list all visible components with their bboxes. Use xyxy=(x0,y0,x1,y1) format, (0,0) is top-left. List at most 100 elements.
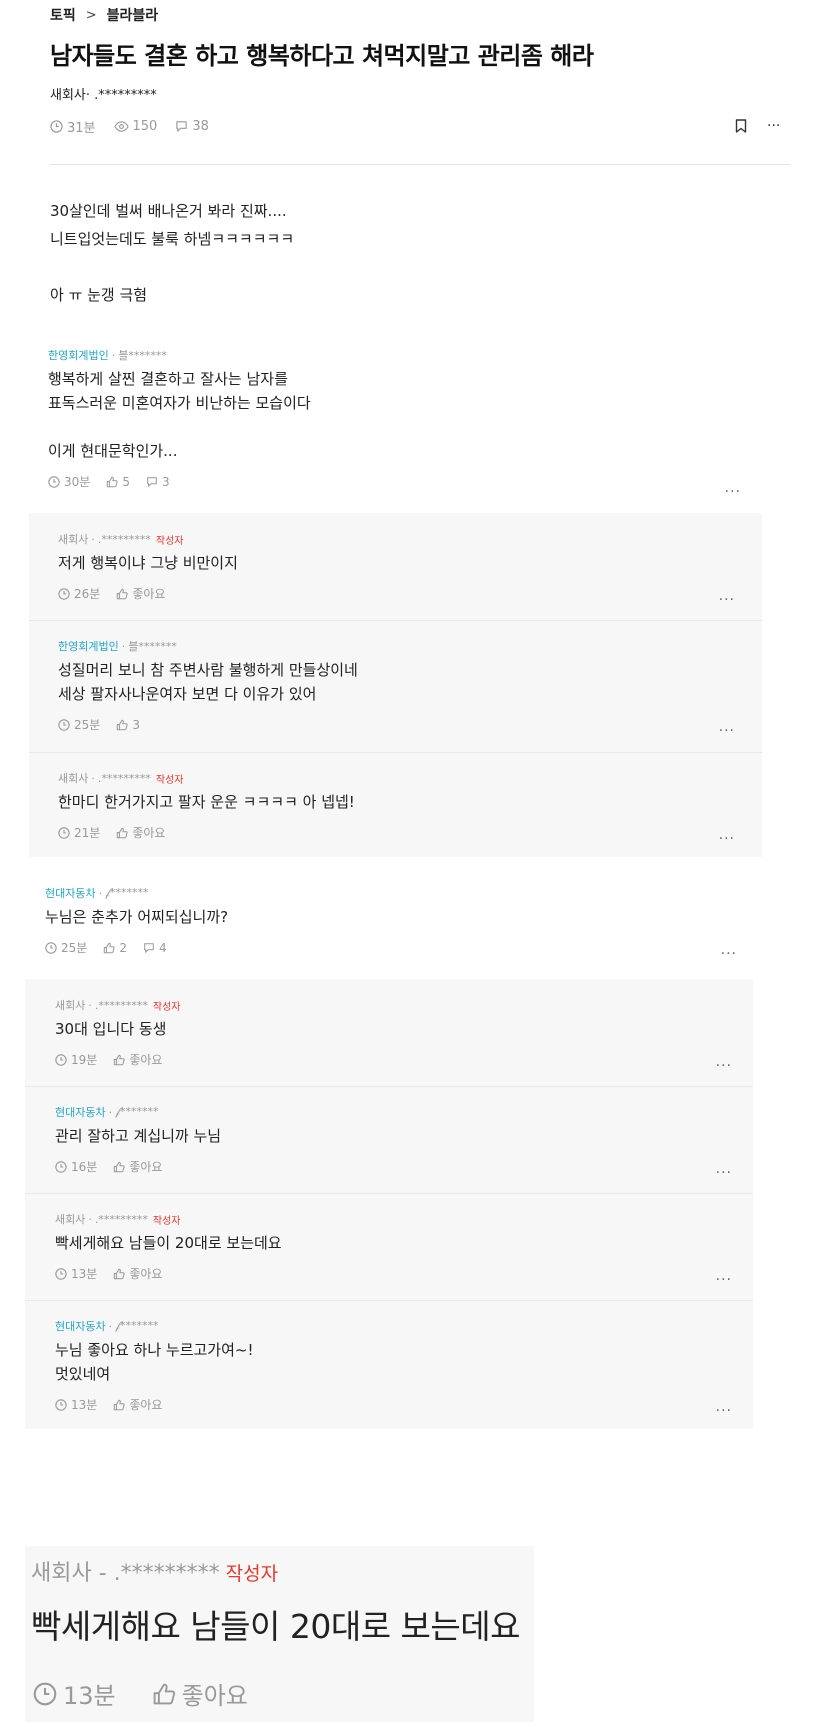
breadcrumb-separator: > xyxy=(85,7,97,23)
writer-badge: 작성자 xyxy=(152,1001,181,1013)
comment-more-button[interactable]: ··· xyxy=(719,723,735,739)
eye-icon xyxy=(113,120,129,133)
reply: 새회사 · .********* 작성자 빡세게해요 남들이 20대로 보는데요 … xyxy=(55,1211,732,1289)
comment-more-button[interactable]: ··· xyxy=(725,484,741,500)
comment-more-button[interactable]: ··· xyxy=(716,1272,732,1288)
comment-company[interactable]: 한영회계법인 xyxy=(48,347,109,363)
thumbs-up-icon xyxy=(113,1161,125,1173)
like-button[interactable]: 좋아요 xyxy=(113,1265,162,1282)
post-actions: ··· xyxy=(735,118,780,134)
comment-text: 누님 좋아요 하나 누르고가여~! 멋있네여 xyxy=(55,1341,254,1383)
thumbs-up-icon xyxy=(113,1054,125,1066)
clock-icon xyxy=(58,587,70,600)
post-more-button[interactable]: ··· xyxy=(767,118,780,134)
post-author[interactable]: 새회사· .********* xyxy=(50,84,157,103)
comment-more-button[interactable]: ··· xyxy=(716,1165,732,1181)
post-title: 남자들도 결혼 하고 행복하다고 쳐먹지말고 관리좀 해라 xyxy=(50,42,594,70)
like-button[interactable]: 5 xyxy=(106,475,130,489)
comment-more-button[interactable]: ··· xyxy=(716,1403,732,1419)
zoom-text: 빡세게해요 남들이 20대로 보는데요 xyxy=(31,1607,521,1646)
clock-icon xyxy=(50,120,63,133)
post-views: 150 xyxy=(113,119,157,134)
clock-icon xyxy=(48,475,60,488)
comment-time: 26분 xyxy=(58,585,100,602)
reply: 새회사 · .********* 작성자 한마디 한거가지고 팔자 운운 ㅋㅋㅋㅋ… xyxy=(58,770,735,848)
comment-company[interactable]: 현대자동차 xyxy=(55,1318,106,1334)
like-button[interactable]: 좋아요 xyxy=(116,824,165,841)
comment-company[interactable]: 한영회계법인 xyxy=(58,638,119,654)
comment-company[interactable]: 새회사 xyxy=(55,1211,85,1227)
clock-icon xyxy=(58,718,70,731)
thumbs-up-icon xyxy=(106,476,118,488)
comment-more-button[interactable]: ··· xyxy=(716,1058,732,1074)
comment: 현대자동차 · 𝒻******* 누님은 춘추가 어찌되십니까? 25분 2 4… xyxy=(45,885,737,962)
bookmark-icon[interactable] xyxy=(735,119,747,133)
breadcrumb-topic[interactable]: 토픽 xyxy=(50,5,76,25)
reply: 현대자동차 · 𝒻******* 누님 좋아요 하나 누르고가여~! 멋있네여 … xyxy=(55,1318,732,1419)
post-body: 30살인데 벌써 배나온거 봐라 진짜.... 니트입엇는데도 불룩 하넴ㅋㅋㅋ… xyxy=(50,202,295,304)
comment-company[interactable]: 새회사 xyxy=(55,997,85,1013)
comment-icon xyxy=(175,120,188,133)
comment-text: 30대 입니다 동생 xyxy=(55,1020,167,1038)
comment-time: 13분 xyxy=(33,1676,116,1711)
reply-count[interactable]: 4 xyxy=(143,941,167,955)
clock-icon xyxy=(55,1398,67,1411)
reply: 새회사 · .********* 작성자 30대 입니다 동생 19분 좋아요 ·… xyxy=(55,997,732,1075)
comment-text: 한마디 한거가지고 팔자 운운 ㅋㅋㅋㅋ 아 넵넵! xyxy=(58,793,355,811)
comment-time: 19분 xyxy=(55,1051,97,1068)
like-button[interactable]: 좋아요 xyxy=(113,1051,162,1068)
like-button[interactable]: 좋아요 xyxy=(113,1396,162,1413)
writer-badge: 작성자 xyxy=(225,1563,279,1585)
breadcrumb-board[interactable]: 블라블라 xyxy=(107,5,159,25)
like-button[interactable]: 좋아요 xyxy=(113,1158,162,1175)
post-time: 31분 xyxy=(50,117,96,136)
reply-count[interactable]: 3 xyxy=(146,475,170,489)
reply: 새회사 · .********* 작성자 저게 행복이냐 그냥 비만이지 26분 … xyxy=(58,531,735,609)
comment-nick: .********* xyxy=(97,771,151,785)
comment-time: 30분 xyxy=(48,473,90,490)
comment-more-button[interactable]: ··· xyxy=(719,831,735,847)
comment-nick: 블******* xyxy=(128,640,177,653)
reply-divider xyxy=(29,752,762,753)
clock-icon xyxy=(55,1267,67,1280)
post-comments: 38 xyxy=(175,119,209,134)
comment-nick: 𝒻******* xyxy=(105,886,149,899)
like-button[interactable]: 좋아요 xyxy=(152,1676,248,1711)
comment-nick: 𝒻******* xyxy=(115,1105,159,1118)
breadcrumb: 토픽 > 블라블라 xyxy=(50,5,158,25)
post-stats: 31분 150 38 xyxy=(50,117,209,136)
comment-icon xyxy=(143,942,155,954)
comment-text: 저게 행복이냐 그냥 비만이지 xyxy=(58,554,238,572)
clock-icon xyxy=(58,826,70,839)
comment-company[interactable]: 현대자동차 xyxy=(45,885,96,901)
comment-text: 성질머리 보니 참 주변사람 불행하게 만들상이네 세상 팔자사나운여자 보면 … xyxy=(58,661,358,703)
comment-time: 13분 xyxy=(55,1396,97,1413)
comment-text: 행복하게 살찐 결혼하고 잘사는 남자를 표독스러운 미혼여자가 비난하는 모습… xyxy=(48,370,311,460)
like-button[interactable]: 2 xyxy=(103,941,127,955)
comment-time: 21분 xyxy=(58,824,100,841)
zoom-meta: 새회사 - .********* xyxy=(31,1561,220,1586)
comment-nick: 𝒻******* xyxy=(115,1319,159,1332)
comment-company[interactable]: 새회사 xyxy=(58,770,88,786)
comment-company[interactable]: 현대자동차 xyxy=(55,1104,106,1120)
like-button[interactable]: 좋아요 xyxy=(116,585,165,602)
thumbs-up-icon xyxy=(113,1268,125,1280)
comment-more-button[interactable]: ··· xyxy=(721,946,737,962)
writer-badge: 작성자 xyxy=(155,535,184,547)
reply-divider xyxy=(25,1300,753,1301)
comment-company[interactable]: 새회사 xyxy=(58,531,88,547)
like-button[interactable]: 3 xyxy=(116,718,140,732)
zoomed-reply: 새회사 - .********* 작성자 빡세게해요 남들이 20대로 보는데요 … xyxy=(25,1546,534,1722)
clock-icon xyxy=(55,1053,67,1066)
clock-icon xyxy=(33,1682,57,1706)
clock-icon xyxy=(45,941,57,954)
thumbs-up-icon xyxy=(116,719,128,731)
comment-time: 13분 xyxy=(55,1265,97,1282)
comment-more-button[interactable]: ··· xyxy=(719,592,735,608)
comment-icon xyxy=(146,476,158,488)
comment-time: 25분 xyxy=(45,939,87,956)
writer-badge: 작성자 xyxy=(155,774,184,786)
thumbs-up-icon xyxy=(152,1682,176,1706)
thumbs-up-icon xyxy=(116,588,128,600)
header-divider xyxy=(50,164,790,165)
